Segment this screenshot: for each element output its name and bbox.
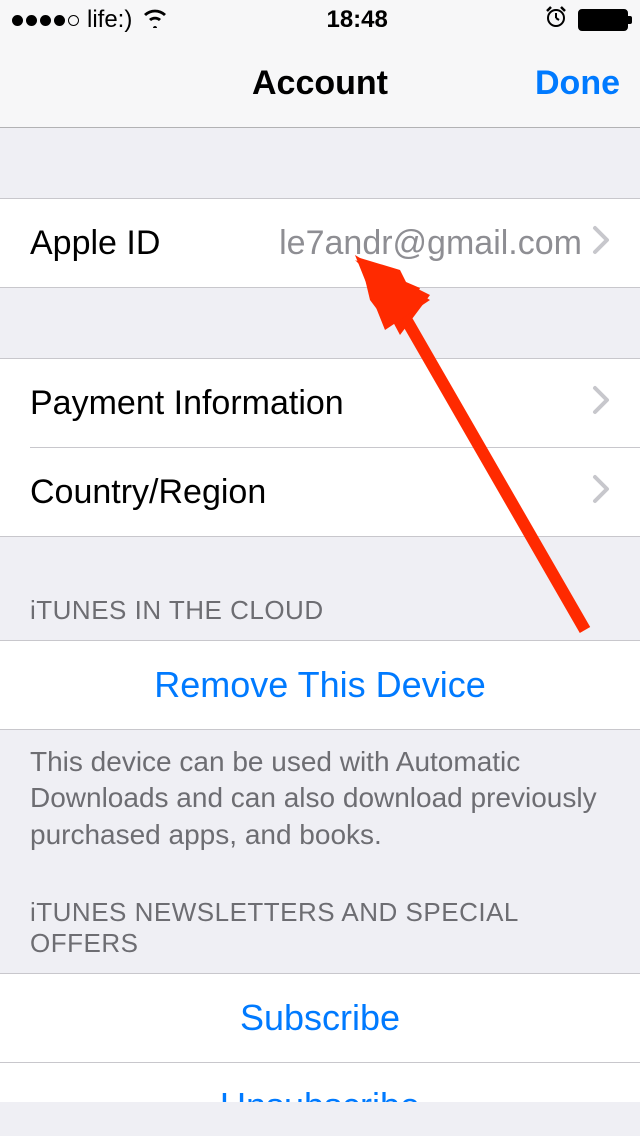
remove-device-button[interactable]: Remove This Device	[0, 641, 640, 729]
chevron-right-icon	[592, 222, 610, 265]
carrier-label: life:)	[87, 6, 132, 34]
newsletters-group: Subscribe Unsubscribe	[0, 973, 640, 1102]
alarm-icon	[544, 5, 568, 36]
wifi-icon	[140, 6, 170, 35]
itunes-cloud-group: Remove This Device	[0, 640, 640, 730]
status-right	[544, 5, 628, 36]
account-settings-group: Payment Information Country/Region	[0, 358, 640, 537]
done-button[interactable]: Done	[535, 64, 620, 103]
subscribe-button[interactable]: Subscribe	[0, 974, 640, 1062]
payment-information-row[interactable]: Payment Information	[0, 359, 640, 447]
newsletters-header: iTUNES NEWSLETTERS AND SPECIAL OFFERS	[0, 867, 640, 973]
apple-id-group: Apple ID le7andr@gmail.com	[0, 198, 640, 288]
clock: 18:48	[326, 6, 387, 34]
battery-icon	[578, 9, 628, 31]
payment-label: Payment Information	[30, 384, 344, 423]
unsubscribe-button[interactable]: Unsubscribe	[0, 1062, 640, 1102]
apple-id-value: le7andr@gmail.com	[279, 224, 582, 263]
country-label: Country/Region	[30, 473, 266, 512]
nav-bar: Account Done	[0, 40, 640, 128]
apple-id-label: Apple ID	[30, 224, 160, 263]
status-bar: life:) 18:48	[0, 0, 640, 40]
itunes-cloud-header: iTUNES IN THE CLOUD	[0, 537, 640, 640]
itunes-cloud-footer: This device can be used with Automatic D…	[0, 730, 640, 867]
apple-id-row[interactable]: Apple ID le7andr@gmail.com	[0, 199, 640, 287]
page-title: Account	[252, 64, 388, 103]
status-left: life:)	[12, 6, 170, 35]
country-region-row[interactable]: Country/Region	[0, 448, 640, 536]
chevron-right-icon	[592, 471, 610, 514]
chevron-right-icon	[592, 382, 610, 425]
signal-strength-icon	[12, 15, 79, 26]
